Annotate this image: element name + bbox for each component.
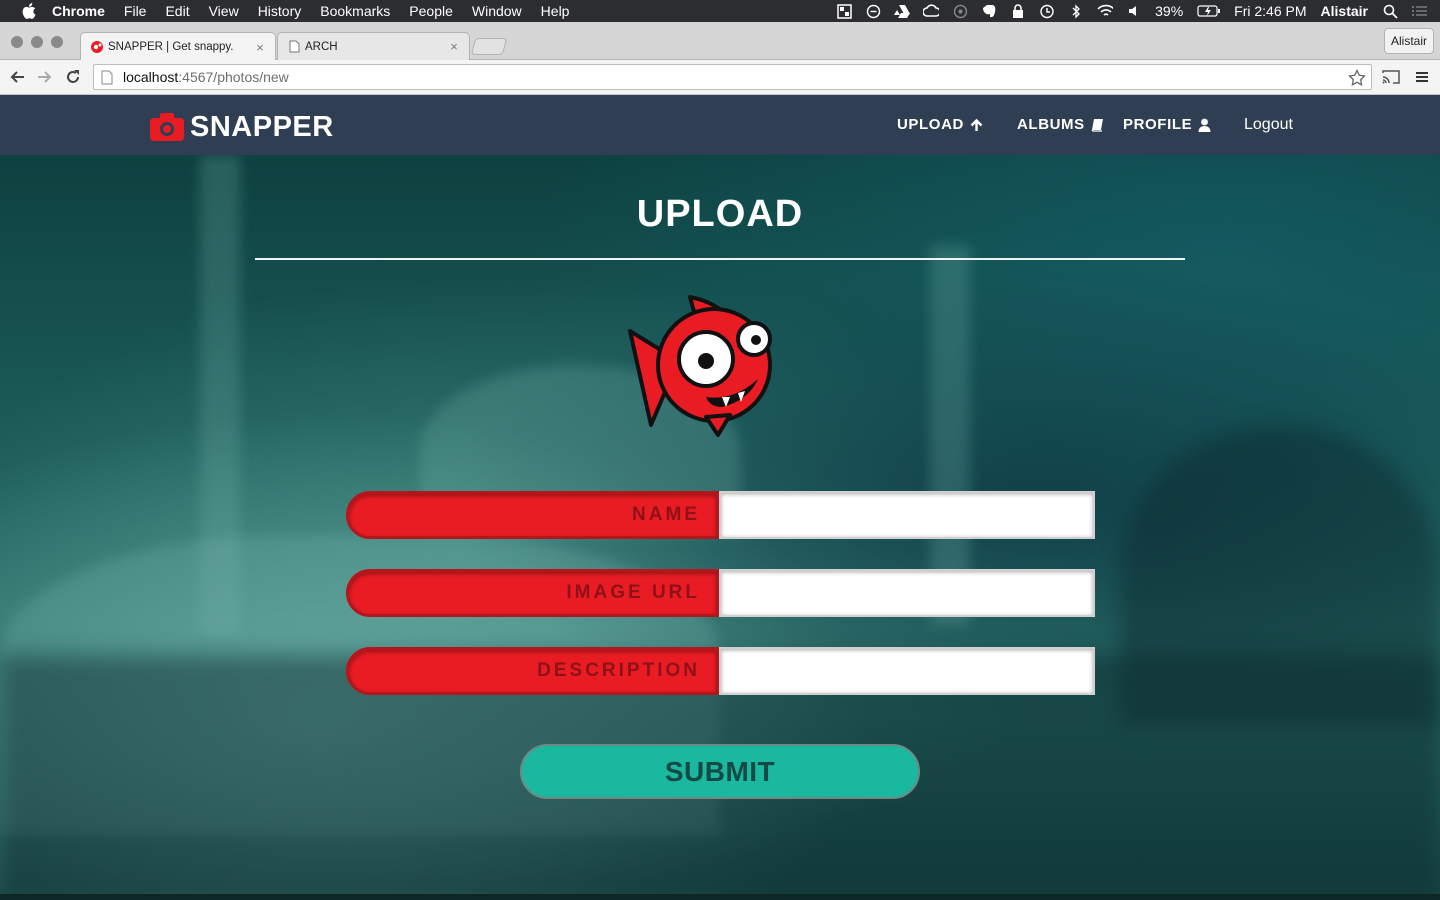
menu-people[interactable]: People: [409, 3, 453, 19]
screen-share-icon[interactable]: [836, 3, 852, 19]
battery-icon[interactable]: [1197, 3, 1221, 19]
close-tab-icon[interactable]: ×: [447, 39, 461, 54]
tab-arch[interactable]: ARCH ×: [277, 32, 470, 60]
creative-cloud-icon[interactable]: [923, 3, 940, 19]
dnd-icon[interactable]: [865, 3, 881, 19]
window-controls: [11, 36, 71, 48]
image-url-field-group: IMAGE URL: [346, 569, 1095, 617]
nav-albums[interactable]: ALBUMS: [1017, 116, 1105, 133]
nav-profile[interactable]: PROFILE: [1123, 116, 1212, 133]
profile-button[interactable]: Alistair: [1383, 28, 1434, 54]
page-title: UPLOAD: [636, 193, 804, 235]
snapper-favicon-icon: [90, 40, 104, 54]
lock-icon[interactable]: [1010, 3, 1026, 19]
menu-user[interactable]: Alistair: [1321, 3, 1368, 19]
new-tab-button[interactable]: [470, 38, 508, 55]
page-content: SNAPPER UPLOAD ALBUMS PROFILE Logout UPL…: [0, 95, 1440, 900]
nav-upload[interactable]: UPLOAD: [897, 116, 984, 133]
nav-logout[interactable]: Logout: [1244, 116, 1293, 134]
menu-view[interactable]: View: [209, 3, 239, 19]
bookmark-star-icon[interactable]: [1347, 68, 1367, 88]
description-label: DESCRIPTION: [346, 647, 719, 695]
image-url-label: IMAGE URL: [346, 569, 719, 617]
time-machine-icon[interactable]: [1039, 3, 1055, 19]
volume-icon[interactable]: [1126, 3, 1142, 19]
sync-circle-icon[interactable]: [952, 3, 968, 19]
nav-profile-label: PROFILE: [1123, 116, 1193, 133]
page-bottom-edge: [0, 894, 1440, 900]
reload-icon[interactable]: [62, 66, 84, 88]
macos-menu-bar: Chrome File Edit View History Bookmarks …: [0, 0, 1440, 22]
menu-edit[interactable]: Edit: [165, 3, 189, 19]
submit-button[interactable]: SUBMIT: [520, 744, 920, 799]
brand-name: SNAPPER: [190, 110, 334, 143]
evernote-icon[interactable]: [981, 3, 997, 19]
spotlight-search-icon[interactable]: [1382, 3, 1398, 19]
description-input[interactable]: [719, 647, 1095, 695]
menu-help[interactable]: Help: [541, 3, 570, 19]
address-bar[interactable]: localhost:4567/photos/new: [93, 64, 1372, 90]
description-field-group: DESCRIPTION: [346, 647, 1095, 695]
wifi-icon[interactable]: [1097, 3, 1114, 19]
snapper-mascot-icon: [628, 295, 772, 437]
nav-upload-label: UPLOAD: [897, 116, 964, 133]
name-input[interactable]: [719, 491, 1095, 539]
url-host: localhost: [123, 69, 179, 85]
tab-label: ARCH: [305, 40, 338, 53]
status-area: 39% Fri 2:46 PM Alistair: [836, 0, 1440, 22]
bluetooth-icon[interactable]: [1068, 3, 1084, 19]
name-label: NAME: [346, 491, 719, 539]
nav-albums-label: ALBUMS: [1017, 116, 1085, 133]
menu-history[interactable]: History: [258, 3, 302, 19]
nav-logout-label: Logout: [1244, 116, 1293, 133]
page-info-icon[interactable]: [101, 69, 115, 85]
chrome-menu-icon[interactable]: [1411, 66, 1433, 88]
battery-percent: 39%: [1155, 3, 1184, 19]
browser-toolbar: localhost:4567/photos/new: [0, 60, 1440, 95]
site-logo[interactable]: SNAPPER: [150, 110, 334, 143]
notification-center-icon[interactable]: [1411, 3, 1427, 19]
zoom-window-button[interactable]: [51, 36, 63, 48]
arrow-up-icon: [969, 117, 984, 132]
menu-window[interactable]: Window: [472, 3, 522, 19]
forward-arrow-icon[interactable]: [34, 66, 56, 88]
camera-icon: [150, 113, 184, 141]
menu-clock[interactable]: Fri 2:46 PM: [1234, 3, 1306, 19]
book-icon: [1090, 117, 1105, 132]
document-icon: [287, 40, 301, 54]
user-icon: [1197, 117, 1212, 132]
cast-icon[interactable]: [1380, 66, 1402, 88]
close-window-button[interactable]: [11, 36, 23, 48]
browser-tab-strip: SNAPPER | Get snappy. × ARCH × Alistair: [0, 22, 1440, 61]
tab-snapper[interactable]: SNAPPER | Get snappy. ×: [80, 32, 276, 61]
menu-bookmarks[interactable]: Bookmarks: [320, 3, 390, 19]
name-field-group: NAME: [346, 491, 1095, 539]
tab-label: SNAPPER | Get snappy.: [108, 41, 234, 53]
site-navbar: SNAPPER UPLOAD ALBUMS PROFILE Logout: [0, 95, 1440, 155]
menu-file[interactable]: File: [124, 3, 147, 19]
minimize-window-button[interactable]: [31, 36, 43, 48]
title-divider: [255, 258, 1185, 260]
back-arrow-icon[interactable]: [6, 66, 28, 88]
image-url-input[interactable]: [719, 569, 1095, 617]
close-tab-icon[interactable]: ×: [253, 40, 267, 55]
url-path: :4567/photos/new: [178, 69, 289, 85]
menu-app-name[interactable]: Chrome: [52, 3, 105, 19]
apple-icon[interactable]: [20, 2, 38, 20]
google-drive-icon[interactable]: [894, 3, 911, 19]
